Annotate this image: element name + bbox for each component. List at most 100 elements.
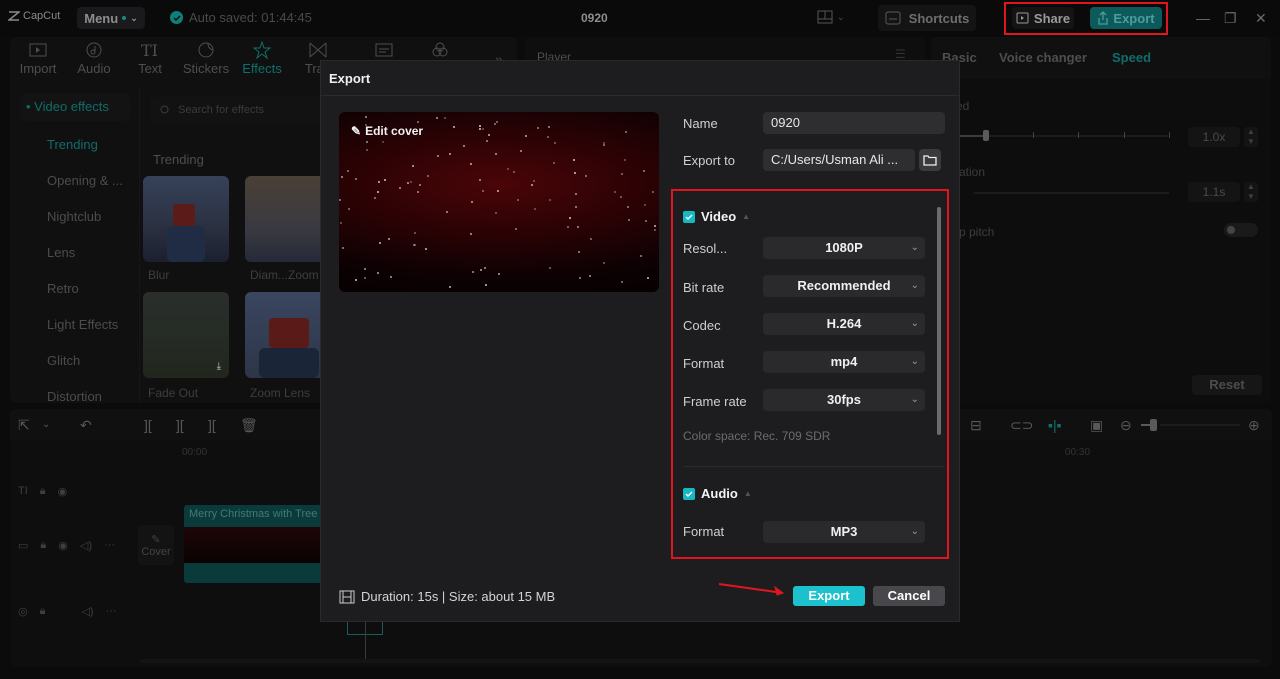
keyboard-icon [885,11,901,25]
settings-scrollbar[interactable] [937,207,941,435]
star-particle [341,176,344,179]
name-input[interactable]: 0920 [763,112,945,134]
preview-icon[interactable]: ▣ [1090,417,1103,434]
effects-search-input[interactable]: Search for effects [150,97,340,123]
chevron-down-icon[interactable]: ⌄ [42,419,50,430]
audio-format-select[interactable]: MP3 ⌄ [763,521,925,543]
cancel-button[interactable]: Cancel [873,586,945,606]
effect-card-diamond-zoom[interactable]: ⤓ [245,176,331,262]
layout-button[interactable]: ⌄ [817,10,845,24]
video-effects-section[interactable]: • Video effects [20,93,130,121]
restore-icon[interactable]: ❐ [1224,10,1237,27]
speed-value[interactable]: 1.0x [1188,127,1240,147]
tab-import[interactable]: Import [10,37,66,83]
timeline-scrollbar[interactable] [140,659,1260,663]
cover-button[interactable]: ✎ Cover [138,525,174,565]
speed-stepper[interactable]: ▲ ▼ [1244,127,1258,147]
delete-icon[interactable]: 🗑 [240,417,258,434]
eye-icon[interactable]: ◉ [58,539,68,552]
speed-slider-handle[interactable] [983,130,989,141]
split-icon[interactable]: ][ [144,417,152,433]
category-lens[interactable]: Lens [20,235,130,271]
tab-effects[interactable]: Effects [234,37,290,83]
tab-speed[interactable]: Speed [1112,50,1151,65]
lock-icon[interactable]: 🔒︎ [40,605,46,618]
zoom-out-icon[interactable]: ⊖ [1120,417,1132,434]
split-right-icon[interactable]: ][ [208,417,216,433]
tab-stickers[interactable]: Stickers [178,37,234,83]
collapse-icon[interactable]: ▲ [742,212,750,221]
star-particle [533,180,536,183]
zoom-slider-handle[interactable] [1150,419,1157,431]
duration-stepper[interactable]: ▲ ▼ [1244,182,1258,202]
browse-folder-button[interactable] [919,149,941,171]
speed-slider[interactable] [958,135,1168,137]
effect-card-zoom-lens[interactable] [245,292,331,378]
volume-icon[interactable]: ◁) [80,539,92,552]
volume-icon[interactable]: ◁) [81,605,93,618]
zoom-slider[interactable] [1160,424,1240,426]
snap-icon[interactable]: ▪|▪ [1048,417,1062,433]
shortcuts-button[interactable]: Shortcuts [878,5,976,31]
effect-card-blur[interactable] [143,176,229,262]
auto-reframe-icon[interactable]: ⊟ [970,417,982,434]
category-light-effects[interactable]: Light Effects [20,307,130,343]
effect-card-fade-out[interactable]: ⤓ [143,292,229,378]
select-tool-icon[interactable]: ⇱ [18,417,30,434]
duration-slider[interactable] [974,192,1169,194]
lock-icon[interactable]: 🔒︎ [40,539,46,552]
player-menu-icon[interactable]: ☰ [895,47,906,61]
bitrate-select[interactable]: Recommended ⌄ [763,275,925,297]
more-icon[interactable]: ··· [106,605,117,617]
audio-checkbox[interactable] [683,487,695,500]
star-particle [653,229,656,232]
audio-format-label: Format [683,524,725,539]
format-select[interactable]: mp4 ⌄ [763,351,925,373]
undo-icon[interactable]: ↶ [80,417,92,434]
minimize-icon[interactable]: — [1196,10,1210,26]
reset-button[interactable]: Reset [1192,375,1262,395]
star-particle [625,130,628,133]
split-left-icon[interactable]: ][ [176,417,184,433]
eye-icon[interactable]: ◉ [58,485,68,498]
category-glitch[interactable]: Glitch [20,343,130,379]
star-particle [520,150,523,153]
star-particle [484,284,487,287]
autosave-status: Auto saved: 01:44:45 [170,10,312,25]
video-checkbox[interactable] [683,210,695,223]
export-summary: Duration: 15s | Size: about 15 MB [339,589,555,604]
video-section-header[interactable]: Video ▲ [683,209,750,224]
tab-audio[interactable]: Audio [66,37,122,83]
edit-cover-button[interactable]: ✎ Edit cover [351,124,423,138]
duration-value[interactable]: 1.1s [1188,182,1240,202]
annotation-arrow [718,583,785,596]
tab-voice-changer[interactable]: Voice changer [999,50,1087,65]
video-heading: Video [701,209,737,224]
resolution-select[interactable]: 1080P ⌄ [763,237,925,259]
dialog-title: Export [329,71,371,86]
category-nightclub[interactable]: Nightclub [20,199,130,235]
link-icon[interactable]: ⊂⊃ [1010,417,1033,434]
transitions-icon [309,42,327,58]
cover-preview[interactable]: ✎ Edit cover [339,112,659,292]
category-opening[interactable]: Opening & ... [20,163,130,199]
codec-select[interactable]: H.264 ⌄ [763,313,925,335]
download-icon: ⤓ [216,361,221,372]
more-icon[interactable]: ··· [104,539,115,551]
export-button[interactable]: Export [793,586,865,606]
zoom-in-icon[interactable]: ⊕ [1248,417,1260,434]
star-particle [575,205,578,208]
close-icon[interactable]: ✕ [1255,10,1267,27]
category-retro[interactable]: Retro [20,271,130,307]
lock-icon[interactable]: 🔒︎ [40,485,46,498]
audio-section-header[interactable]: Audio ▲ [683,486,752,501]
collapse-icon[interactable]: ▲ [744,489,752,498]
keep-pitch-toggle[interactable] [1224,223,1258,237]
category-trending[interactable]: Trending [20,127,130,163]
export-path-input[interactable]: C:/Users/Usman Ali ... [763,149,915,171]
framerate-select[interactable]: 30fps ⌄ [763,389,925,411]
video-clip[interactable]: Merry Christmas with Tree [184,505,330,583]
text-track-icon: TI [18,485,28,497]
tab-text[interactable]: TI Text [122,37,178,83]
menu-button[interactable]: Menu ⌄ [77,7,145,29]
